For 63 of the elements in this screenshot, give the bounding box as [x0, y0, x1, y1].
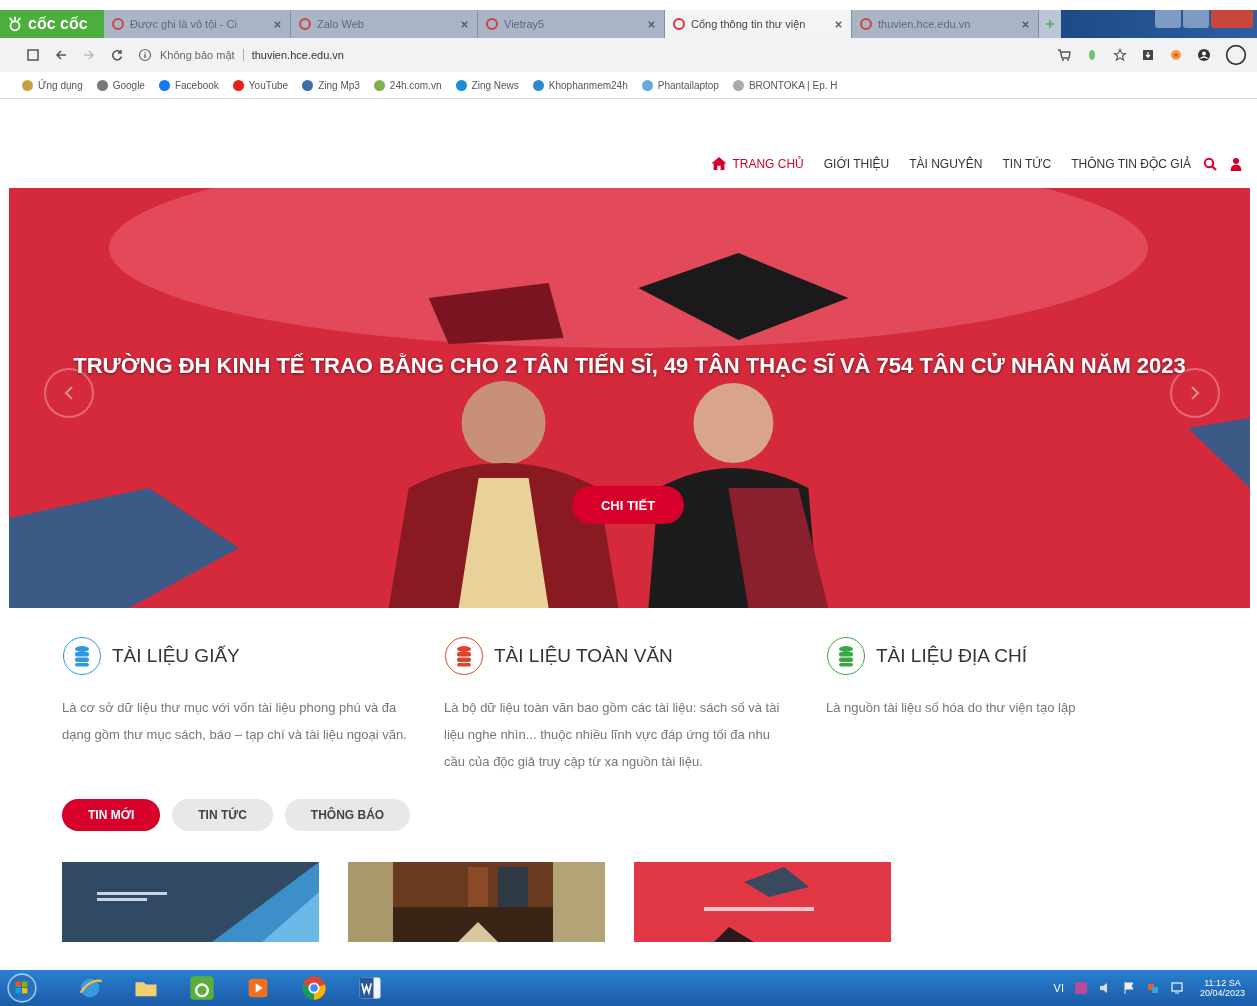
feature-description: Là nguồn tài liệu số hóa do thư viện tạo lập	[826, 699, 1077, 717]
square-icon[interactable]	[26, 48, 40, 62]
feature-description: Là cơ sở dữ liệu thư mục với vốn tài liệu phong phú và đa dạng gồm thư mục sách, báo – tạp chí và tài liệu ngoại văn.	[62, 699, 408, 744]
close-icon[interactable]	[1021, 19, 1030, 29]
browser-name: cốc cốc	[28, 15, 88, 33]
close-icon[interactable]	[273, 19, 282, 29]
back-icon[interactable]	[54, 48, 68, 62]
reload-icon[interactable]	[110, 48, 124, 62]
nav-link[interactable]: TIN TỨC	[1002, 156, 1052, 171]
news-tab[interactable]: TIN TỨC	[172, 799, 273, 831]
address-field[interactable]: thuvien.hce.edu.vn	[251, 49, 344, 61]
page-icon	[486, 18, 498, 30]
bookmark-item[interactable]: YouTube	[232, 79, 289, 91]
close-icon[interactable]	[834, 19, 843, 29]
page-icon	[860, 18, 872, 30]
close-icon[interactable]	[647, 19, 656, 29]
flag-icon[interactable]	[1121, 981, 1136, 995]
clock-time: 11:12 SA	[1204, 978, 1241, 988]
feature-description: Là bộ dữ liệu toàn văn bao gồm các tài liệu: sách số và tài liệu nghe nhìn... thuộc nhiều lĩnh vực đáp ứng tối đa nhu cầu của độc giả truy cập từ xa nguồn tài liệu.	[444, 699, 781, 771]
feature-title: TÀI LIỆU GIẤY	[112, 645, 240, 667]
page-icon	[299, 18, 311, 30]
search-icon[interactable]	[1203, 156, 1217, 171]
feature-title: TÀI LIỆU TOÀN VĂN	[494, 645, 673, 667]
bookmark-item[interactable]: Phantailaptop	[641, 79, 719, 91]
start-button[interactable]	[6, 972, 38, 1004]
nav-link[interactable]: TÀI NGUYÊN	[909, 156, 983, 171]
feature-title: TÀI LIỆU ĐỊA CHÍ	[876, 645, 1027, 667]
bookmark-item[interactable]: Zing News	[455, 79, 519, 91]
bookmark-item[interactable]: Ứng dụng	[22, 79, 83, 91]
clock-date: 20/04/2023	[1199, 988, 1245, 998]
nav-link[interactable]: TRANG CHỦ	[711, 156, 804, 171]
info-icon[interactable]	[138, 48, 152, 62]
bookmark-item[interactable]: Khophanmem24h	[532, 79, 628, 91]
bookmark-item[interactable]: 24h.com.vn	[373, 79, 442, 91]
chevron-left-icon	[64, 385, 74, 401]
news-tab[interactable]: THÔNG BÁO	[284, 799, 411, 831]
bookmark-item[interactable]: Zing Mp3	[302, 79, 360, 91]
download-icon[interactable]	[1141, 48, 1155, 62]
browser-tab[interactable]: Cổng thông tin thư viện	[665, 10, 852, 38]
bookmark-item[interactable]: Google	[96, 79, 145, 91]
page-icon	[112, 18, 124, 30]
cart-icon[interactable]	[1057, 48, 1071, 62]
details-button[interactable]: CHI TIẾT	[572, 486, 684, 524]
bookmark-item[interactable]: Facebook	[158, 79, 219, 91]
plus-icon	[1045, 19, 1055, 29]
security-label: Không bảo mật	[160, 49, 235, 61]
chevron-right-icon	[1190, 385, 1200, 401]
news-tab[interactable]: TIN MỚI	[62, 799, 161, 831]
nav-link[interactable]: THÔNG TIN ĐỘC GIẢ	[1071, 156, 1191, 171]
menu-circle-icon[interactable]	[1225, 44, 1247, 66]
slide-headline: TRƯỜNG ĐH KINH TẾ TRAO BẰNG CHO 2 TÂN TIẾN SĨ, 49 TÂN THẠC SĨ VÀ 754 TÂN CỬ NHÂN NĂM 2023	[72, 353, 1187, 379]
star-icon[interactable]	[1113, 48, 1127, 62]
network-icon[interactable]	[1145, 981, 1160, 995]
language-indicator[interactable]: VI	[1053, 982, 1064, 994]
home-icon	[711, 157, 728, 170]
chrome-icon[interactable]	[300, 974, 328, 1002]
close-icon[interactable]	[460, 19, 469, 29]
monitor-icon[interactable]	[1169, 981, 1184, 995]
account-icon[interactable]	[1197, 48, 1211, 62]
bookmark-item[interactable]: BRONTOKA | Ep. H	[732, 79, 838, 91]
nav-link[interactable]: GIỚI THIỆU	[823, 156, 890, 171]
user-icon[interactable]	[1229, 156, 1243, 171]
page-icon	[673, 18, 685, 30]
